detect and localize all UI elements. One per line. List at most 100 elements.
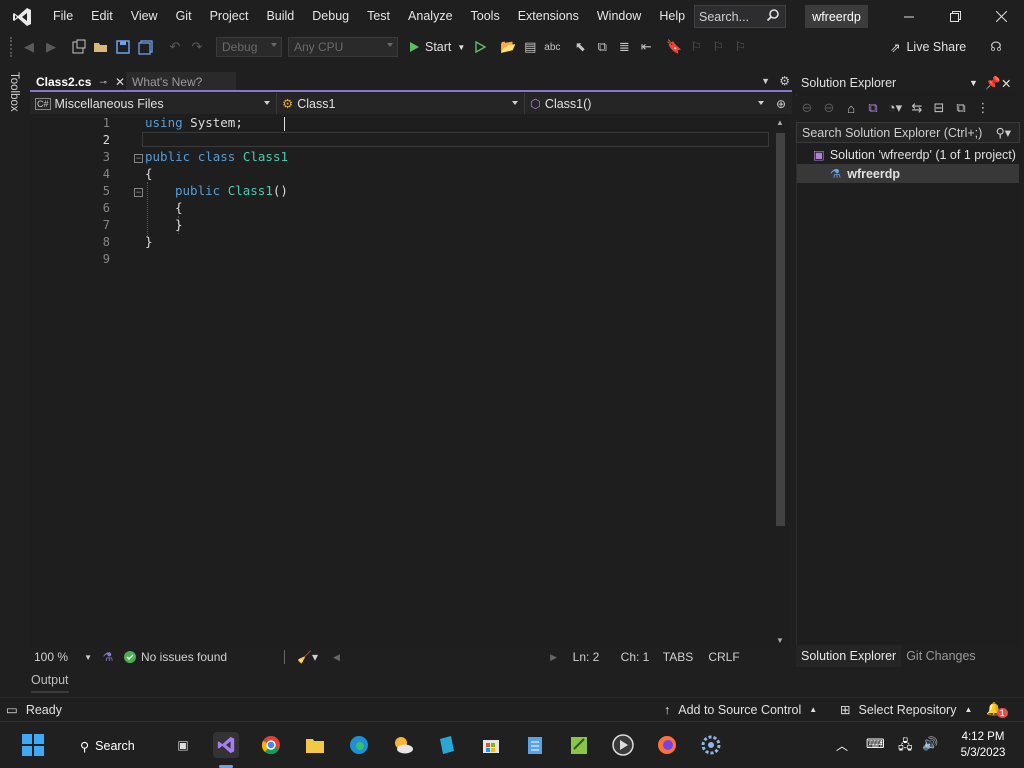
- network-icon[interactable]: 🖧: [898, 736, 913, 758]
- menu-edit[interactable]: Edit: [82, 0, 122, 33]
- clear-bookmarks-icon[interactable]: ⚐: [729, 36, 751, 58]
- layout-icon[interactable]: ▤: [519, 36, 541, 58]
- pin-icon[interactable]: ⊸: [99, 77, 107, 88]
- navigate-back-icon[interactable]: ◀: [18, 36, 40, 58]
- volume-icon[interactable]: 🔊: [922, 736, 938, 752]
- output-tab[interactable]: Output: [31, 673, 69, 687]
- project-node[interactable]: ⚗ wfreerdp: [797, 164, 1019, 183]
- collapse-class-icon[interactable]: −: [134, 154, 143, 163]
- bookmark-icon[interactable]: 🔖: [663, 36, 685, 58]
- live-share-button[interactable]: ⇗ Live Share: [890, 37, 966, 57]
- media-player-icon[interactable]: [610, 732, 636, 758]
- firefox-icon[interactable]: [654, 732, 680, 758]
- notifications-button[interactable]: 🔔 1: [986, 702, 1008, 718]
- issues-indicator[interactable]: No issues found: [124, 650, 284, 664]
- indent-mode[interactable]: TABS: [655, 650, 701, 664]
- switch-views-icon[interactable]: ⧉: [862, 97, 884, 119]
- pending-changes-filter-icon[interactable]: ◔▾: [884, 97, 906, 119]
- outdent-icon[interactable]: ⇤: [635, 36, 657, 58]
- collapse-method-icon[interactable]: −: [134, 188, 143, 197]
- visual-studio-logo-icon[interactable]: [0, 0, 44, 33]
- tab-overflow-icon[interactable]: ▼: [761, 76, 770, 86]
- menu-view[interactable]: View: [122, 0, 167, 33]
- more-icon[interactable]: ⋮: [972, 97, 994, 119]
- type-dropdown[interactable]: ⚙ Class1: [277, 93, 525, 114]
- hot-reload-icon[interactable]: ⧉: [591, 36, 613, 58]
- menu-extensions[interactable]: Extensions: [509, 0, 588, 33]
- close-tab-icon[interactable]: ✕: [115, 75, 125, 89]
- start-without-debugging-icon[interactable]: [469, 36, 491, 58]
- member-dropdown[interactable]: ⬡ Class1(): [525, 93, 770, 114]
- select-element-icon[interactable]: ⬉: [569, 36, 591, 58]
- close-window-button[interactable]: [978, 0, 1024, 33]
- visual-studio-taskbar-icon[interactable]: [213, 732, 239, 758]
- feedback-icon[interactable]: ☊: [985, 36, 1007, 58]
- microsoft-store-icon[interactable]: [478, 732, 504, 758]
- menu-test[interactable]: Test: [358, 0, 399, 33]
- add-to-source-control-button[interactable]: ↑ Add to Source Control ▲: [664, 703, 817, 717]
- menu-git[interactable]: Git: [167, 0, 201, 33]
- split-window-icon[interactable]: ⊕: [770, 97, 792, 111]
- tab-solution-explorer[interactable]: Solution Explorer: [796, 645, 902, 667]
- open-folder-icon[interactable]: [90, 36, 112, 58]
- configuration-dropdown[interactable]: Debug: [216, 37, 282, 57]
- taskbar-search-button[interactable]: ⚲ Search: [64, 733, 160, 759]
- scrollbar-thumb[interactable]: [776, 133, 785, 526]
- windows-start-icon[interactable]: [20, 732, 46, 758]
- panel-menu-icon[interactable]: ▼: [969, 78, 978, 88]
- settings-gear-icon[interactable]: ⚙: [779, 74, 790, 88]
- solution-search-box[interactable]: Search Solution Explorer (Ctrl+;) ⚲▾: [796, 122, 1020, 143]
- azure-data-studio-icon[interactable]: [434, 732, 460, 758]
- tab-git-changes[interactable]: Git Changes: [901, 645, 980, 667]
- code-editor[interactable]: 1 2 3 4 5 6 7 8 9 − − using System; publ…: [30, 114, 790, 647]
- clock[interactable]: 4:12 PM 5/3/2023: [950, 729, 1016, 761]
- scroll-up-icon[interactable]: ▲: [776, 118, 784, 127]
- chrome-icon[interactable]: [258, 732, 284, 758]
- minimize-button[interactable]: [886, 0, 932, 33]
- solution-node[interactable]: ▣ Solution 'wfreerdp' (1 of 1 project): [797, 145, 1019, 164]
- prev-bookmark-icon[interactable]: ⚐: [685, 36, 707, 58]
- toolbar-grip[interactable]: [10, 37, 18, 57]
- menu-file[interactable]: File: [44, 0, 82, 33]
- notepad-plus-plus-icon[interactable]: [566, 732, 592, 758]
- forward-icon[interactable]: ⊖: [818, 97, 840, 119]
- notepad-icon[interactable]: [522, 732, 548, 758]
- save-all-icon[interactable]: [134, 36, 156, 58]
- weather-icon[interactable]: [390, 732, 416, 758]
- line-ending[interactable]: CRLF: [701, 650, 747, 664]
- platform-dropdown[interactable]: Any CPU: [288, 37, 398, 57]
- tab-whats-new[interactable]: What's New?: [126, 72, 236, 92]
- sync-icon[interactable]: ⇆: [906, 97, 928, 119]
- menu-project[interactable]: Project: [201, 0, 258, 33]
- menu-help[interactable]: Help: [650, 0, 694, 33]
- collapse-all-icon[interactable]: ⊟: [928, 97, 950, 119]
- menu-debug[interactable]: Debug: [303, 0, 358, 33]
- close-panel-icon[interactable]: ✕: [1001, 76, 1011, 91]
- menu-analyze[interactable]: Analyze: [399, 0, 461, 33]
- toolbox-tab[interactable]: Toolbox: [8, 72, 20, 112]
- code-cleanup-icon[interactable]: 🧹▾: [297, 650, 333, 664]
- redo-icon[interactable]: ↷: [186, 36, 208, 58]
- intellicode-icon[interactable]: ⚗: [92, 650, 124, 664]
- menu-build[interactable]: Build: [257, 0, 303, 33]
- spell-check-icon[interactable]: abc: [541, 36, 563, 58]
- char-indicator[interactable]: Ch: 1: [615, 650, 655, 664]
- edge-icon[interactable]: [346, 732, 372, 758]
- line-indicator[interactable]: Ln: 2: [557, 650, 615, 664]
- file-explorer-icon[interactable]: [302, 732, 328, 758]
- scroll-down-icon[interactable]: ▼: [776, 636, 784, 645]
- back-icon[interactable]: ⊖: [796, 97, 818, 119]
- select-repository-button[interactable]: ⊞ Select Repository ▲: [840, 702, 972, 718]
- next-bookmark-icon[interactable]: ⚐: [707, 36, 729, 58]
- new-item-icon[interactable]: [68, 36, 90, 58]
- restore-button[interactable]: [932, 0, 978, 33]
- browse-folder-icon[interactable]: 📂: [497, 36, 519, 58]
- project-dropdown[interactable]: C# Miscellaneous Files: [30, 93, 277, 114]
- keyboard-icon[interactable]: ⌨: [866, 736, 885, 752]
- zoom-dropdown[interactable]: 100 % ▼: [30, 650, 92, 664]
- indent-icon[interactable]: ≣: [613, 36, 635, 58]
- show-hidden-icons[interactable]: ︿: [836, 737, 848, 754]
- start-debugging-button[interactable]: Start ▼: [404, 40, 469, 54]
- settings-icon[interactable]: [698, 732, 724, 758]
- menu-tools[interactable]: Tools: [462, 0, 509, 33]
